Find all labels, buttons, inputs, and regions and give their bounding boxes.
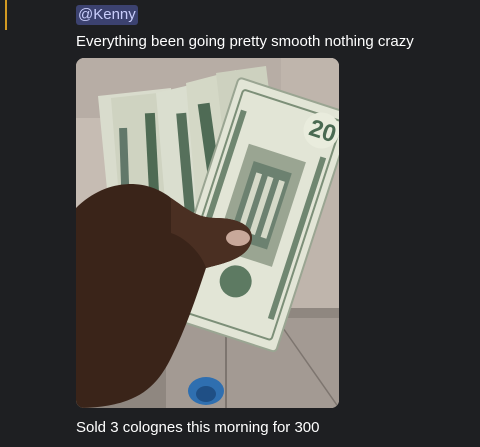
image-attachment[interactable]: 20 — [76, 58, 339, 408]
message-text-secondary: Sold 3 colognes this morning for 300 — [76, 419, 320, 436]
message-accent-bar — [5, 0, 7, 30]
money-photo: 20 — [76, 58, 339, 408]
user-mention[interactable]: @Kenny — [76, 5, 138, 25]
message-text: Everything been going pretty smooth noth… — [76, 33, 414, 50]
